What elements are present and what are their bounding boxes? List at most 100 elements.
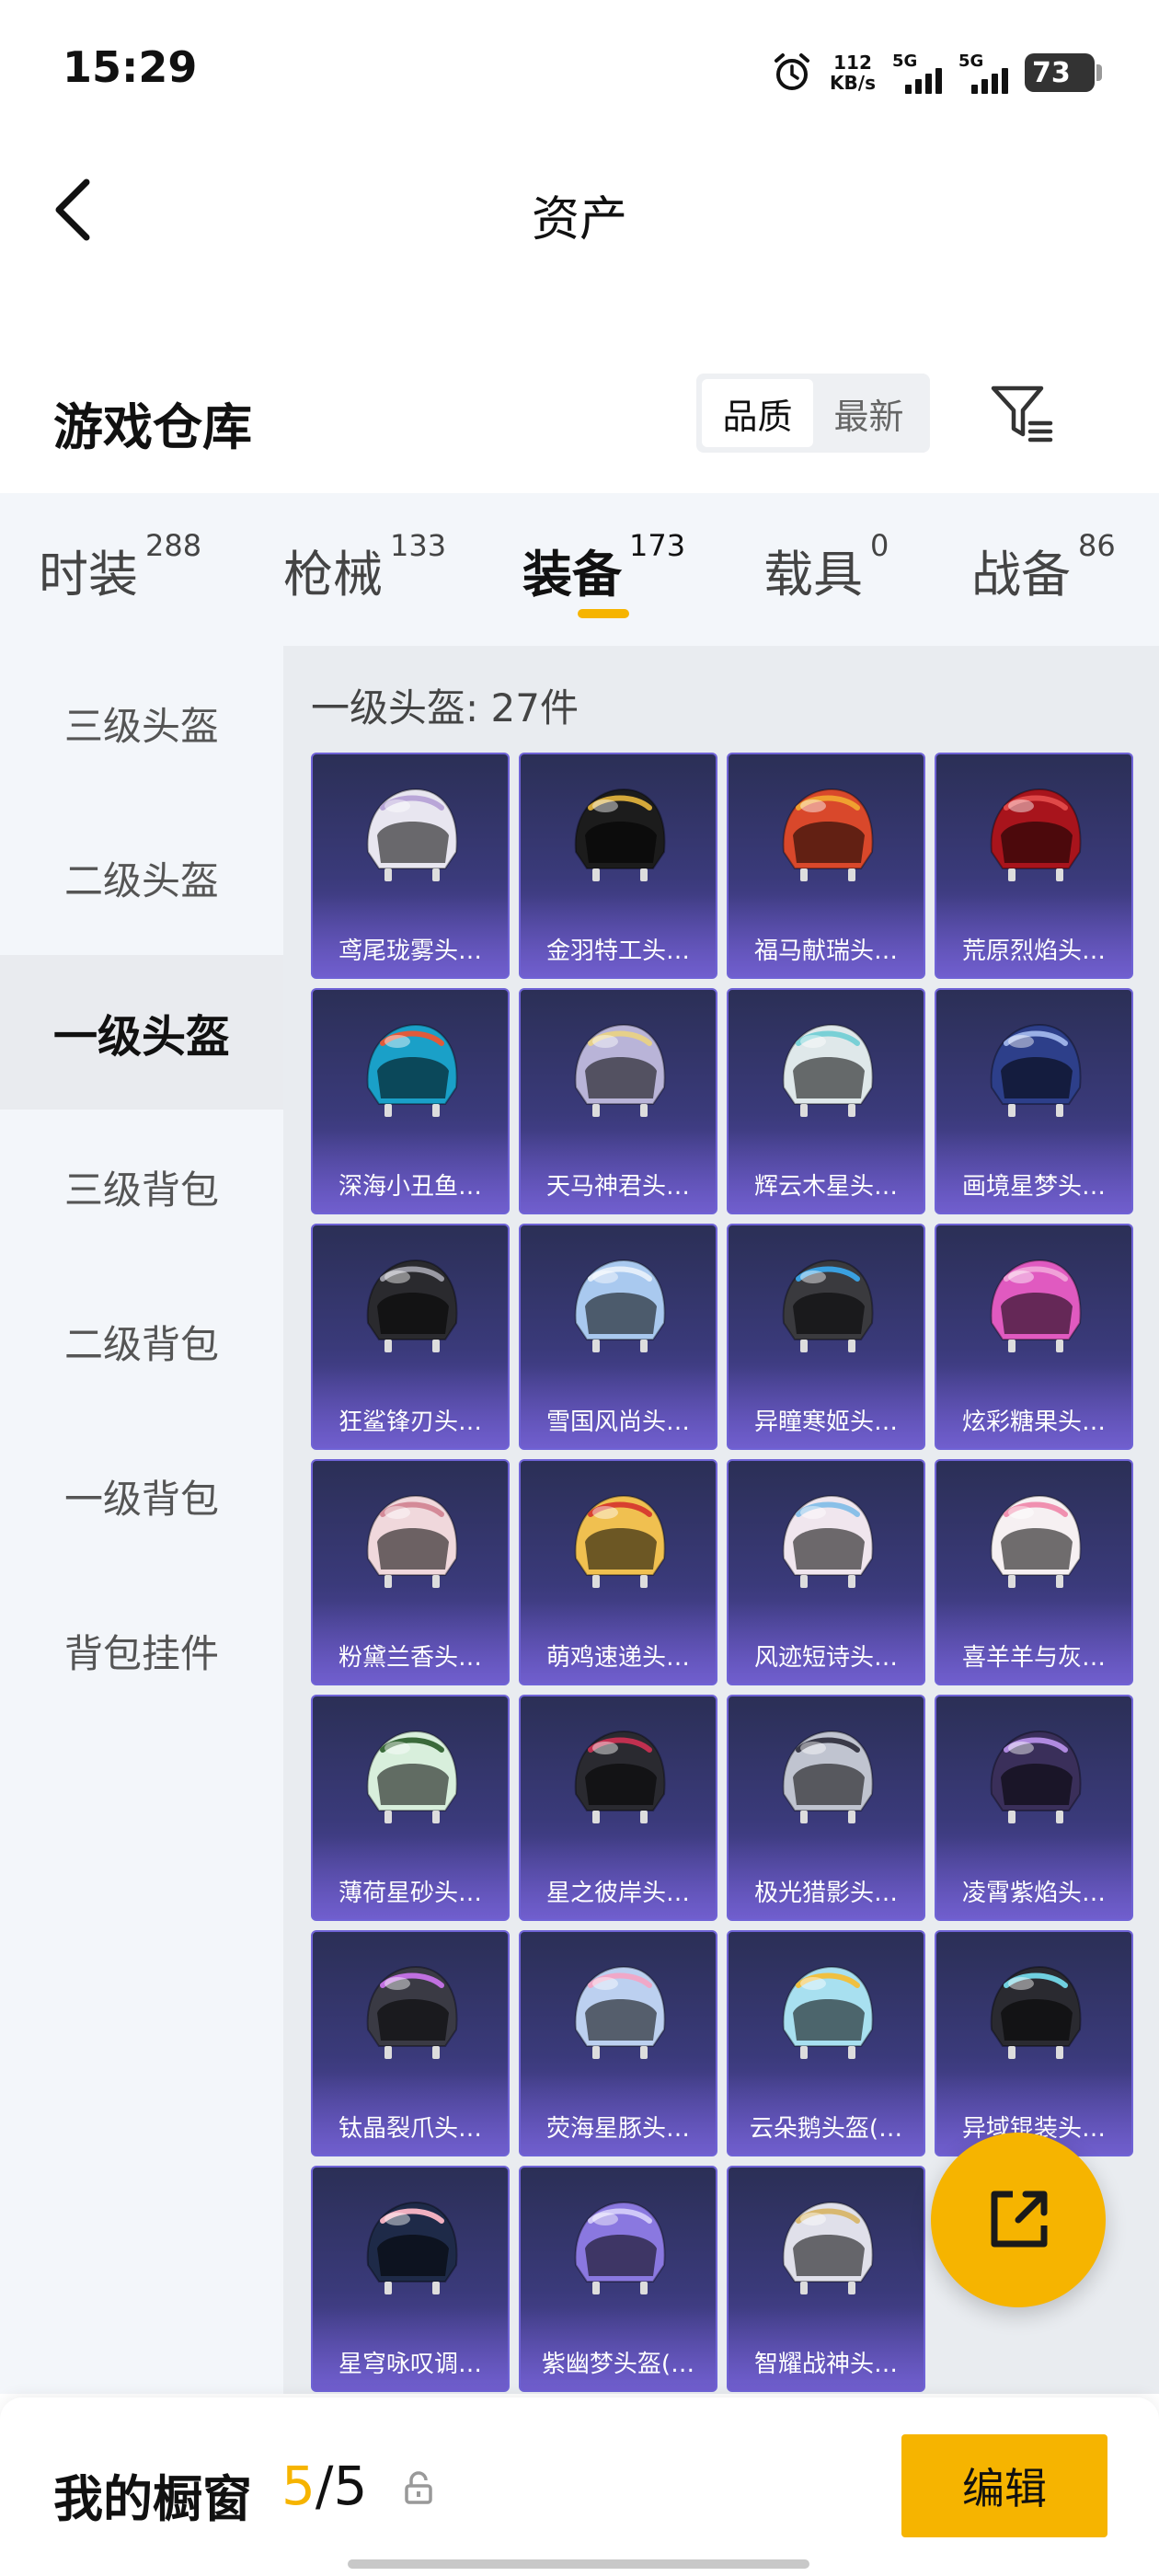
share-button[interactable] [931, 2133, 1106, 2307]
sidebar-item-level3-helmet[interactable]: 三级头盔 [0, 646, 283, 800]
sidebar-item-level3-backpack[interactable]: 三级背包 [0, 1110, 283, 1264]
helmet-name: 福马献瑞头… [753, 937, 898, 965]
helmet-name: 鸢尾珑雾头… [338, 937, 482, 965]
net-speed-unit: KB/s [830, 72, 876, 94]
showcase-count: 5/5 [281, 2455, 367, 2517]
helmet-icon [366, 1730, 458, 1823]
helmet-name: 狂鲨锋刃头… [338, 1409, 482, 1436]
helmet-card[interactable]: 紫幽梦头盔(… [519, 2166, 717, 2392]
helmet-name: 辉云木星头… [753, 1173, 898, 1201]
helmet-card[interactable]: 钛晶裂爪头… [311, 1930, 510, 2156]
sort-quality-button[interactable]: 品质 [702, 379, 813, 447]
signal-2-icon: 5G [958, 52, 1008, 94]
showcase-total: 5 [333, 2455, 368, 2517]
helmet-card[interactable]: 喜羊羊与灰… [935, 1459, 1133, 1685]
helmet-card[interactable]: 荒原烈焰头… [935, 753, 1133, 979]
helmet-card[interactable]: 星之彼岸头… [519, 1695, 717, 1921]
helmet-name: 凌霄紫焰头… [961, 1880, 1106, 1907]
helmet-icon [366, 2201, 458, 2294]
helmet-icon [574, 1494, 666, 1588]
helmet-name: 紫幽梦头盔(… [541, 2351, 695, 2378]
helmet-icon [782, 2201, 874, 2294]
helmet-name: 萌鸡速递头… [545, 1644, 690, 1672]
net-speed: 112 KB/s [830, 52, 876, 93]
tab-supplies[interactable]: 战备 86 [971, 528, 1116, 606]
helmet-name: 画境星梦头… [961, 1173, 1106, 1201]
helmet-card[interactable]: 凌霄紫焰头… [935, 1695, 1133, 1921]
helmet-name: 云朵鹅头盔(… [749, 2115, 903, 2143]
helmet-card[interactable]: 星穹咏叹调… [311, 2166, 510, 2392]
share-icon [991, 2191, 1048, 2248]
showcase-label: 我的橱窗 [53, 2470, 252, 2528]
signal-1-icon: 5G [892, 52, 942, 94]
helmet-card[interactable]: 鸢尾珑雾头… [311, 753, 510, 979]
helmet-icon [574, 1965, 666, 2059]
helmet-card[interactable]: 极光猎影头… [727, 1695, 925, 1921]
helmet-card[interactable]: 异瞳寒姬头… [727, 1224, 925, 1450]
helmet-icon [574, 1023, 666, 1117]
helmet-card[interactable]: 萌鸡速递头… [519, 1459, 717, 1685]
helmet-name: 金羽特工头… [545, 937, 690, 965]
helmet-icon [782, 1965, 874, 2059]
tab-label: 战备 [971, 546, 1071, 604]
helmet-card[interactable]: 风迹短诗头… [727, 1459, 925, 1685]
helmet-card[interactable]: 画境星梦头… [935, 988, 1133, 1214]
page-title: 资产 [531, 192, 627, 247]
helmet-card[interactable]: 福马献瑞头… [727, 753, 925, 979]
helmet-card[interactable]: 金羽特工头… [519, 753, 717, 979]
helmet-card[interactable]: 天马神君头… [519, 988, 717, 1214]
sidebar: 三级头盔 二级头盔 一级头盔 三级背包 二级背包 一级背包 背包挂件 [0, 646, 283, 2394]
tab-label: 时装 [39, 546, 138, 604]
active-tab-indicator [578, 609, 629, 618]
sidebar-item-level1-backpack[interactable]: 一级背包 [0, 1419, 283, 1573]
helmet-icon [782, 1259, 874, 1352]
tab-label: 载具 [763, 546, 863, 604]
alarm-icon [775, 53, 810, 90]
helmet-icon [366, 1494, 458, 1588]
helmet-card[interactable]: 雪国风尚头… [519, 1224, 717, 1450]
sidebar-item-backpack-charm[interactable]: 背包挂件 [0, 1573, 283, 1728]
helmet-card[interactable]: 粉黛兰香头… [311, 1459, 510, 1685]
sidebar-item-level1-helmet[interactable]: 一级头盔 [0, 955, 283, 1110]
helmet-icon [990, 1023, 1082, 1117]
sort-latest-button[interactable]: 最新 [813, 379, 924, 447]
tab-vehicles[interactable]: 载具 0 [763, 528, 889, 606]
tab-guns[interactable]: 枪械 133 [283, 528, 446, 606]
helmet-name: 智耀战神头… [753, 2351, 898, 2378]
helmet-card[interactable]: 智耀战神头… [727, 2166, 925, 2392]
helmet-card[interactable]: 荧海星豚头… [519, 1930, 717, 2156]
tab-count: 0 [870, 528, 889, 563]
bottom-bar: 我的橱窗 5/5 编辑 [0, 2398, 1159, 2576]
battery-level: 73 [1032, 56, 1071, 89]
home-indicator [348, 2559, 809, 2569]
sort-toggle: 品质 最新 [696, 374, 930, 453]
tab-count: 288 [145, 528, 202, 563]
helmet-icon [782, 1494, 874, 1588]
helmet-card[interactable]: 深海小丑鱼… [311, 988, 510, 1214]
tab-fashion[interactable]: 时装 288 [39, 528, 201, 606]
status-time: 15:29 [63, 42, 198, 92]
sidebar-item-level2-backpack[interactable]: 二级背包 [0, 1264, 283, 1419]
tab-equipment[interactable]: 装备 173 [522, 528, 685, 606]
helmet-icon [782, 1023, 874, 1117]
helmet-name: 天马神君头… [545, 1173, 690, 1201]
edit-button[interactable]: 编辑 [901, 2434, 1107, 2537]
sidebar-item-level2-helmet[interactable]: 二级头盔 [0, 800, 283, 955]
helmet-name: 风迹短诗头… [753, 1644, 898, 1672]
tab-label: 装备 [522, 546, 622, 604]
helmet-icon [366, 1965, 458, 2059]
helmet-card[interactable]: 炫彩糖果头… [935, 1224, 1133, 1450]
helmet-card[interactable]: 辉云木星头… [727, 988, 925, 1214]
helmet-icon [990, 1494, 1082, 1588]
helmet-icon [574, 788, 666, 881]
helmet-card[interactable]: 狂鲨锋刃头… [311, 1224, 510, 1450]
tab-label: 枪械 [283, 546, 383, 604]
status-bar: 15:29 112 KB/s 5G 5G 73 [0, 0, 1159, 138]
helmet-icon [574, 1730, 666, 1823]
helmet-card[interactable]: 异域锟装头… [935, 1930, 1133, 2156]
grid-count-label: 一级头盔: 27件 [311, 685, 579, 730]
filter-icon[interactable] [990, 381, 1056, 447]
battery-icon: 73 [1025, 53, 1102, 92]
helmet-card[interactable]: 薄荷星砂头… [311, 1695, 510, 1921]
helmet-card[interactable]: 云朵鹅头盔(… [727, 1930, 925, 2156]
